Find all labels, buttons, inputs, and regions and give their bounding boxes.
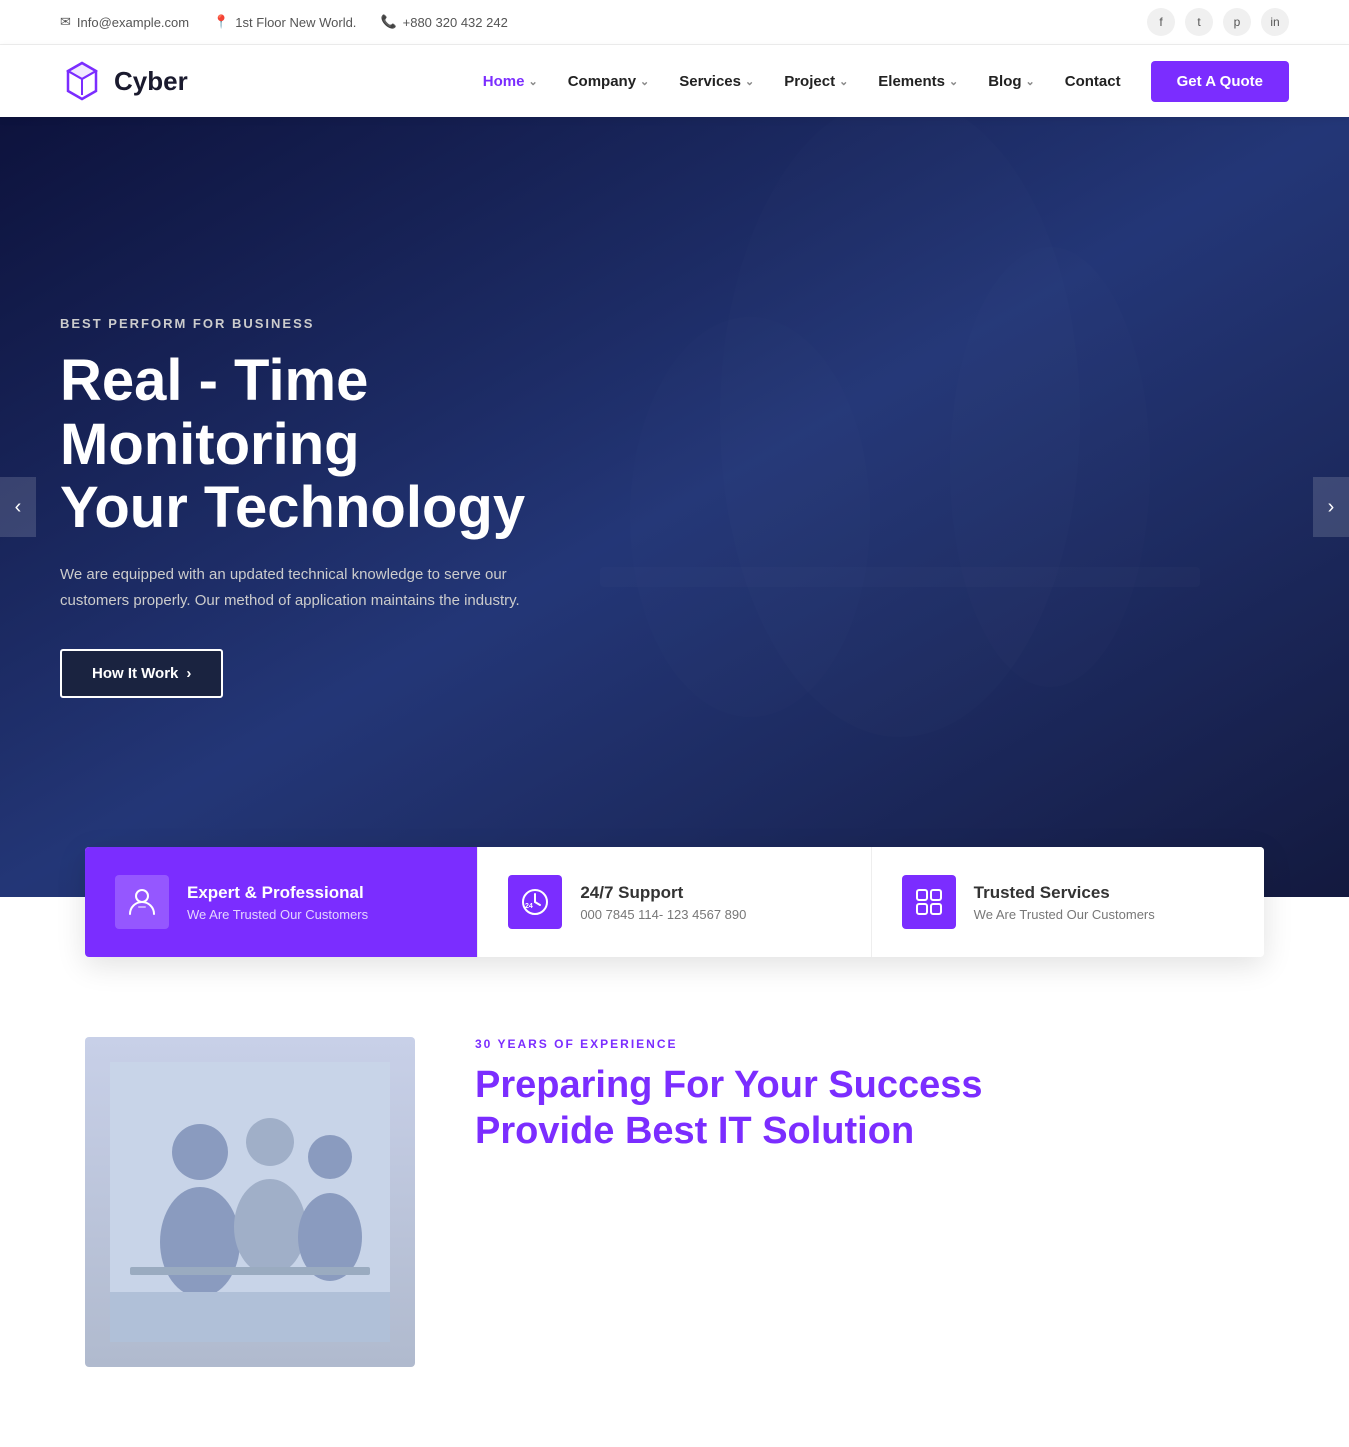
svg-text:24: 24 bbox=[525, 903, 533, 910]
address-text: 1st Floor New World. bbox=[235, 15, 356, 30]
feature-text-expert: Expert & Professional We Are Trusted Our… bbox=[187, 883, 368, 922]
feature-title-expert: Expert & Professional bbox=[187, 883, 368, 903]
how-it-work-button[interactable]: How It Work › bbox=[60, 649, 223, 698]
chevron-down-icon: ⌄ bbox=[839, 75, 848, 88]
phone-icon: 📞 bbox=[380, 14, 396, 30]
twitter-icon[interactable]: t bbox=[1185, 8, 1213, 36]
hero-content: BEST PERFORM FOR BUSINESS Real - Time Mo… bbox=[0, 316, 700, 698]
nav-item-company[interactable]: Company ⌄ bbox=[568, 73, 650, 90]
feature-desc-trusted: We Are Trusted Our Customers bbox=[974, 907, 1155, 922]
logo[interactable]: Cyber bbox=[60, 59, 188, 103]
feature-item-support: 24 24/7 Support 000 7845 114- 123 4567 8… bbox=[477, 847, 871, 957]
logo-icon bbox=[60, 59, 104, 103]
about-title: Preparing For Your Success Provide Best … bbox=[475, 1063, 1264, 1154]
nav-item-home[interactable]: Home ⌄ bbox=[483, 73, 538, 90]
facebook-icon[interactable]: f bbox=[1147, 8, 1175, 36]
hero-prev-button[interactable]: ‹ bbox=[0, 477, 36, 537]
nav-links: Home ⌄ Company ⌄ Services ⌄ Project ⌄ El… bbox=[483, 61, 1289, 102]
feature-title-trusted: Trusted Services bbox=[974, 883, 1155, 903]
email-icon: ✉ bbox=[60, 14, 71, 30]
top-bar-contact: ✉ Info@example.com 📍 1st Floor New World… bbox=[60, 14, 508, 30]
settings-icon bbox=[913, 886, 945, 918]
clock-icon: 24 bbox=[519, 886, 551, 918]
about-people-placeholder bbox=[85, 1037, 415, 1367]
feature-item-trusted: Trusted Services We Are Trusted Our Cust… bbox=[872, 847, 1264, 957]
hero-description: We are equipped with an updated technica… bbox=[60, 562, 520, 613]
email-info: ✉ Info@example.com bbox=[60, 14, 189, 30]
chevron-down-icon: ⌄ bbox=[745, 75, 754, 88]
features-bar: Expert & Professional We Are Trusted Our… bbox=[85, 847, 1264, 957]
about-people-svg bbox=[110, 1062, 390, 1342]
chevron-down-icon: ⌄ bbox=[640, 75, 649, 88]
nav-item-blog[interactable]: Blog ⌄ bbox=[988, 73, 1035, 90]
linkedin-icon[interactable]: in bbox=[1261, 8, 1289, 36]
feature-text-trusted: Trusted Services We Are Trusted Our Cust… bbox=[974, 883, 1155, 922]
chevron-down-icon: ⌄ bbox=[528, 75, 537, 88]
hero-subtitle: BEST PERFORM FOR BUSINESS bbox=[60, 316, 640, 331]
nav-item-project[interactable]: Project ⌄ bbox=[784, 73, 848, 90]
chevron-down-icon: ⌄ bbox=[1026, 75, 1035, 88]
arrow-right-icon: › bbox=[1328, 496, 1335, 519]
feature-desc-support: 000 7845 114- 123 4567 890 bbox=[580, 907, 746, 922]
social-links: f t p in bbox=[1147, 8, 1289, 36]
phone-text: +880 320 432 242 bbox=[403, 15, 508, 30]
phone-info: 📞 +880 320 432 242 bbox=[380, 14, 507, 30]
hero-section: ‹ BEST PERFORM FOR BUSINESS Real - Time … bbox=[0, 117, 1349, 897]
expert-icon-box bbox=[115, 875, 169, 929]
about-label: 30 YEARS OF EXPERIENCE bbox=[475, 1037, 1264, 1051]
person-icon bbox=[126, 886, 158, 918]
feature-text-support: 24/7 Support 000 7845 114- 123 4567 890 bbox=[580, 883, 746, 922]
arrow-right-icon: › bbox=[186, 665, 191, 682]
address-info: 📍 1st Floor New World. bbox=[213, 14, 356, 30]
pinterest-icon[interactable]: p bbox=[1223, 8, 1251, 36]
feature-title-support: 24/7 Support bbox=[580, 883, 746, 903]
get-quote-button[interactable]: Get A Quote bbox=[1151, 61, 1289, 102]
navbar: Cyber Home ⌄ Company ⌄ Services ⌄ Projec… bbox=[0, 45, 1349, 117]
logo-text: Cyber bbox=[114, 66, 188, 97]
about-content: 30 YEARS OF EXPERIENCE Preparing For You… bbox=[475, 1037, 1264, 1172]
about-image bbox=[85, 1037, 415, 1367]
location-icon: 📍 bbox=[213, 14, 229, 30]
top-bar: ✉ Info@example.com 📍 1st Floor New World… bbox=[0, 0, 1349, 45]
trusted-icon-box bbox=[902, 875, 956, 929]
hero-next-button[interactable]: › bbox=[1313, 477, 1349, 537]
nav-item-contact[interactable]: Contact bbox=[1065, 73, 1121, 90]
feature-desc-expert: We Are Trusted Our Customers bbox=[187, 907, 368, 922]
about-section: 30 YEARS OF EXPERIENCE Preparing For You… bbox=[0, 957, 1349, 1447]
nav-item-services[interactable]: Services ⌄ bbox=[679, 73, 754, 90]
email-text: Info@example.com bbox=[77, 15, 189, 30]
feature-item-expert: Expert & Professional We Are Trusted Our… bbox=[85, 847, 477, 957]
hero-title: Real - Time Monitoring Your Technology bbox=[60, 349, 640, 540]
chevron-down-icon: ⌄ bbox=[949, 75, 958, 88]
nav-item-elements[interactable]: Elements ⌄ bbox=[878, 73, 958, 90]
arrow-left-icon: ‹ bbox=[15, 496, 22, 519]
support-icon-box: 24 bbox=[508, 875, 562, 929]
